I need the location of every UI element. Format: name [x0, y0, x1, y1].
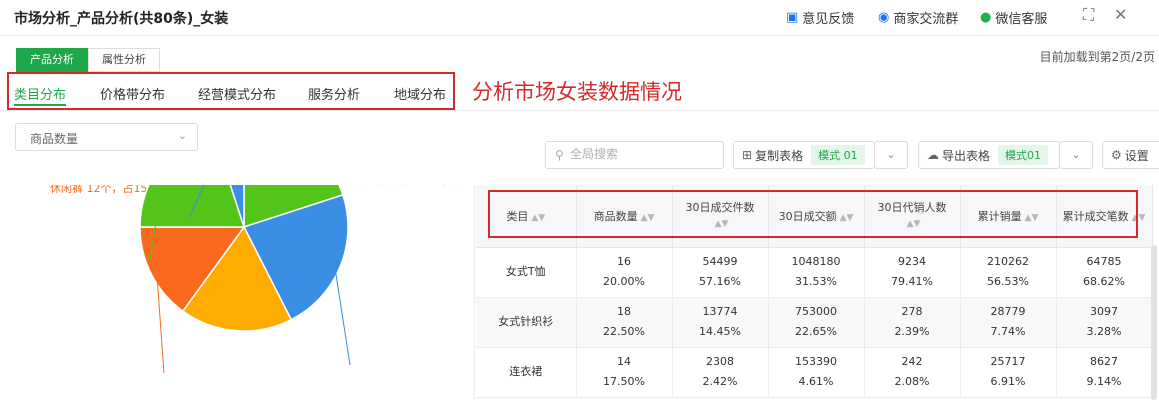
category-table: 类目 ▲▼ 商品数量 ▲▼ 30日成交件数 ▲▼ 30日成交额 ▲▼ 30日代销人数 ▲▼…	[474, 185, 1159, 400]
cell-value: 16 20.00%	[576, 247, 673, 298]
sort-icon: ▲▼	[906, 218, 921, 229]
cell-category: 连衣裙	[476, 347, 577, 398]
settings-label: 设置	[1124, 148, 1149, 163]
table-row[interactable]: 女式T恤 16 20.00% 54499 57.16% 1048180 31.53% …	[476, 247, 1153, 298]
pie-label: 女式针织衫 18个，占22	[358, 185, 475, 187]
cell-value: 25717 6.91%	[960, 347, 1057, 398]
copy-icon: ⊞	[742, 148, 753, 162]
cell-value: 9234 79.41%	[864, 247, 961, 298]
copy-table-button[interactable]: ⊞ 复制表格 模式 01	[733, 141, 875, 169]
cell-value: 1048180 31.53%	[768, 247, 865, 298]
sort-icon: ▲▼	[1024, 212, 1039, 223]
export-table-button[interactable]: ☁ 导出表格 模式01	[918, 141, 1060, 169]
header-30d-orders[interactable]: 30日成交件数 ▲▼	[672, 185, 769, 248]
header-category[interactable]: 类目 ▲▼	[476, 185, 577, 248]
tab-product-analysis[interactable]: 产品分析	[16, 48, 88, 72]
chat-bubble-icon: ◉	[878, 10, 890, 25]
category-pie-chart: 女式T恤 16个，占20%女式针织衫 18个，占22休闲裤 12个，占15%尚休…	[0, 185, 475, 400]
pie-label-line	[334, 264, 351, 366]
sort-icon: ▲▼	[531, 212, 546, 223]
global-search[interactable]: ⚲	[545, 141, 724, 169]
sort-icon: ▲▼	[640, 212, 655, 223]
load-status: 目前加载到第2页/2页	[1039, 50, 1155, 64]
export-mode-dropdown[interactable]: ⌄	[1059, 141, 1093, 169]
fullscreen-icon[interactable]: ⛶	[1083, 5, 1094, 25]
cell-category: 女式针织衫	[476, 297, 577, 348]
feedback-label: 意见反馈	[802, 12, 855, 27]
title-bar: 市场分析_产品分析(共80条)_女装 ▣ 意见反馈 ◉ 商家交流群 ● 微信客服…	[0, 0, 1159, 36]
cell-value: 54499 57.16%	[672, 247, 769, 298]
cell-value: 8627 9.14%	[1056, 347, 1153, 398]
gear-icon: ⚙	[1111, 148, 1122, 162]
annotation-text: 分析市场女装数据情况	[472, 80, 682, 104]
cell-category: 女式T恤	[476, 247, 577, 298]
pie-slice[interactable]	[139, 185, 246, 228]
data-table: 类目 ▲▼ 商品数量 ▲▼ 30日成交件数 ▲▼ 30日成交额 ▲▼ 30日代销人数 ▲▼…	[476, 185, 1153, 398]
header-item-count[interactable]: 商品数量 ▲▼	[576, 185, 673, 248]
header-30d-gmv[interactable]: 30日成交额 ▲▼	[768, 185, 865, 248]
header-total-orders[interactable]: 累计成交笔数 ▲▼	[1056, 185, 1153, 248]
chevron-down-icon: ⌄	[177, 129, 187, 142]
cell-value: 753000 22.65%	[768, 297, 865, 348]
cell-value: 64785 68.62%	[1056, 247, 1153, 298]
subtab-category[interactable]: 类目分布	[14, 84, 66, 103]
header-30d-resellers[interactable]: 30日代销人数 ▲▼	[864, 185, 961, 248]
copy-mode-badge: 模式 01	[811, 145, 865, 165]
wechat-service-label: 微信客服	[995, 12, 1048, 27]
settings-button[interactable]: ⚙ 设置	[1102, 141, 1159, 169]
search-icon: ⚲	[555, 148, 564, 162]
export-mode-badge: 模式01	[998, 145, 1049, 165]
cell-value: 242 2.08%	[864, 347, 961, 398]
search-input[interactable]	[570, 147, 718, 161]
subtab-region[interactable]: 地域分布	[394, 84, 446, 103]
metric-select-value: 商品数量	[30, 132, 79, 146]
wechat-icon: ●	[980, 10, 992, 25]
subtab-service[interactable]: 服务分析	[308, 84, 360, 103]
pie-chart-svg: 女式T恤 16个，占20%女式针织衫 18个，占22休闲裤 12个，占15%尚休…	[50, 185, 475, 374]
top-tabs: 产品分析 属性分析	[16, 48, 160, 72]
cell-value: 210262 56.53%	[960, 247, 1057, 298]
cell-value: 278 2.39%	[864, 297, 961, 348]
cloud-download-icon: ☁	[927, 148, 939, 162]
copy-mode-dropdown[interactable]: ⌄	[874, 141, 908, 169]
cell-value: 14 17.50%	[576, 347, 673, 398]
merchant-group-link[interactable]: ◉ 商家交流群	[878, 8, 958, 27]
sort-icon: ▲▼	[714, 218, 729, 229]
sort-icon: ▲▼	[839, 212, 854, 223]
divider	[0, 110, 1159, 111]
cell-value: 153390 4.61%	[768, 347, 865, 398]
sort-icon: ▲▼	[1131, 212, 1146, 223]
cell-value: 18 22.50%	[576, 297, 673, 348]
cell-value: 2308 2.42%	[672, 347, 769, 398]
tab-attribute-analysis[interactable]: 属性分析	[88, 48, 160, 72]
copy-table-label: 复制表格	[755, 148, 804, 163]
merchant-group-label: 商家交流群	[893, 12, 959, 27]
cell-value: 28779 7.74%	[960, 297, 1057, 348]
close-icon[interactable]: ✕	[1114, 5, 1127, 24]
cell-value: 13774 14.45%	[672, 297, 769, 348]
table-row[interactable]: 女式针织衫 18 22.50% 13774 14.45% 753000 22.65% …	[476, 297, 1153, 348]
table-scrollbar[interactable]	[1151, 245, 1157, 400]
header-total-sales[interactable]: 累计销量 ▲▼	[960, 185, 1057, 248]
window-title: 市场分析_产品分析(共80条)_女装	[14, 11, 229, 27]
feedback-link[interactable]: ▣ 意见反馈	[786, 8, 854, 27]
feedback-icon: ▣	[786, 10, 799, 25]
subtab-business-mode[interactable]: 经营模式分布	[198, 84, 276, 103]
export-table-label: 导出表格	[942, 148, 991, 163]
table-row[interactable]: 连衣裙 14 17.50% 2308 2.42% 153390 4.61% 242 2.…	[476, 347, 1153, 398]
wechat-service-link[interactable]: ● 微信客服	[980, 8, 1047, 27]
table-header-row: 类目 ▲▼ 商品数量 ▲▼ 30日成交件数 ▲▼ 30日成交额 ▲▼ 30日代销人数 ▲▼…	[476, 185, 1153, 248]
cell-value: 3097 3.28%	[1056, 297, 1153, 348]
pie-label: 休闲裤 12个，占15%	[50, 185, 158, 195]
metric-select[interactable]: 商品数量 ⌄	[15, 123, 198, 151]
active-tab-indicator	[14, 104, 66, 106]
subtab-price-band[interactable]: 价格带分布	[100, 84, 165, 103]
